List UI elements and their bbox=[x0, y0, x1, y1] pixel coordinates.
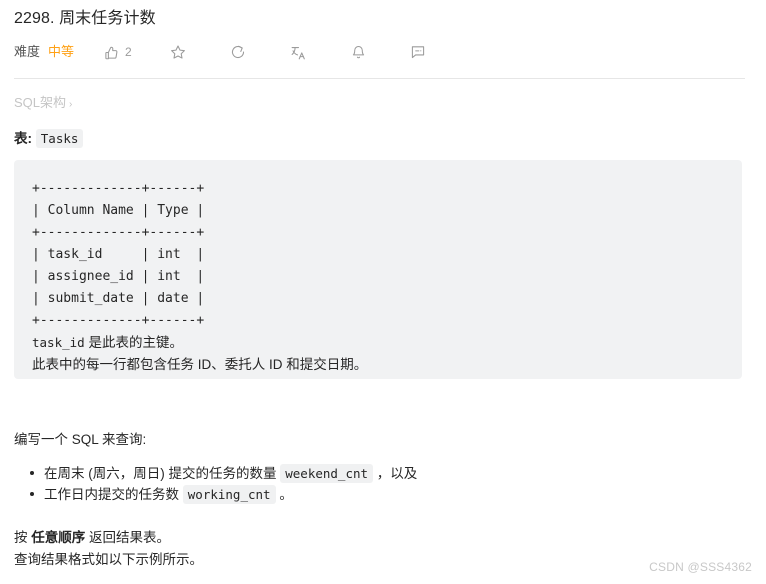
favorite-button[interactable] bbox=[170, 44, 186, 60]
bullet-2-text-after: 。 bbox=[275, 487, 293, 502]
order-emphasis: 任意顺序 bbox=[31, 530, 86, 545]
chevron-right-icon: › bbox=[69, 99, 73, 110]
list-item: 在周末 (周六，周日) 提交的任务的数量 weekend_cnt ，以及 bbox=[30, 463, 742, 484]
table-name-code: Tasks bbox=[35, 129, 84, 148]
comment-button[interactable] bbox=[410, 44, 426, 60]
order-paragraph: 按 任意顺序 返回结果表。 bbox=[14, 528, 742, 548]
list-item: 工作日内提交的任务数 working_cnt 。 bbox=[30, 484, 742, 505]
difficulty-value[interactable]: 中等 bbox=[48, 43, 74, 61]
order-text-before: 按 bbox=[14, 530, 32, 545]
bell-icon bbox=[351, 44, 366, 60]
problem-page: 2298. 周末任务计数 难度 中等 2 SQL架构 › 表: Tasks +-… bbox=[0, 0, 766, 584]
translate-icon bbox=[290, 44, 307, 61]
primary-key-column-code: task_id bbox=[32, 335, 85, 350]
table-name-row: 表: Tasks bbox=[0, 114, 766, 149]
intro-paragraph: 编写一个 SQL 来查询: bbox=[14, 432, 147, 447]
problem-body: 编写一个 SQL 来查询: 在周末 (周六，周日) 提交的任务的数量 weeke… bbox=[0, 430, 766, 570]
table-label-text: 表: bbox=[14, 131, 32, 146]
schema-code-block: +-------------+------+ | Column Name | T… bbox=[14, 160, 742, 379]
difficulty-label: 难度 bbox=[14, 44, 41, 59]
bullet-1-text-after: ，以及 bbox=[373, 466, 418, 481]
like-count: 2 bbox=[125, 45, 132, 59]
schema-description: 此表中的每一行都包含任务 ID、委托人 ID 和提交日期。 bbox=[32, 357, 368, 372]
page-title: 2298. 周末任务计数 bbox=[14, 10, 156, 27]
notification-button[interactable] bbox=[351, 44, 366, 60]
breadcrumb-label: SQL架构 bbox=[14, 95, 67, 110]
primary-key-note-text: 是此表的主键。 bbox=[84, 335, 183, 350]
format-paragraph: 查询结果格式如以下示例所示。 bbox=[14, 552, 203, 567]
star-icon bbox=[170, 44, 186, 60]
bullet-1-text-before: 在周末 (周六，周日) 提交的任务的数量 bbox=[44, 466, 281, 481]
thumbs-up-icon bbox=[104, 45, 119, 60]
translate-button[interactable] bbox=[290, 44, 307, 61]
schema-ascii-table: +-------------+------+ | Column Name | T… bbox=[32, 181, 205, 328]
breadcrumb[interactable]: SQL架构 › bbox=[0, 79, 766, 114]
bullet-2-code: working_cnt bbox=[182, 485, 276, 504]
like-button[interactable]: 2 bbox=[104, 45, 132, 60]
bullet-2-text-before: 工作日内提交的任务数 bbox=[44, 487, 183, 502]
problem-toolbar: 难度 中等 2 bbox=[0, 30, 766, 65]
share-icon bbox=[230, 44, 246, 60]
comment-icon bbox=[410, 44, 426, 60]
schema-primary-key-note: task_id 是此表的主键。 bbox=[32, 332, 742, 354]
watermark: CSDN @SSS4362 bbox=[649, 560, 752, 574]
bullet-1-code: weekend_cnt bbox=[280, 464, 374, 483]
share-button[interactable] bbox=[230, 44, 246, 60]
requirements-list: 在周末 (周六，周日) 提交的任务的数量 weekend_cnt ，以及 工作日… bbox=[14, 463, 742, 505]
order-text-after: 返回结果表。 bbox=[85, 530, 171, 545]
